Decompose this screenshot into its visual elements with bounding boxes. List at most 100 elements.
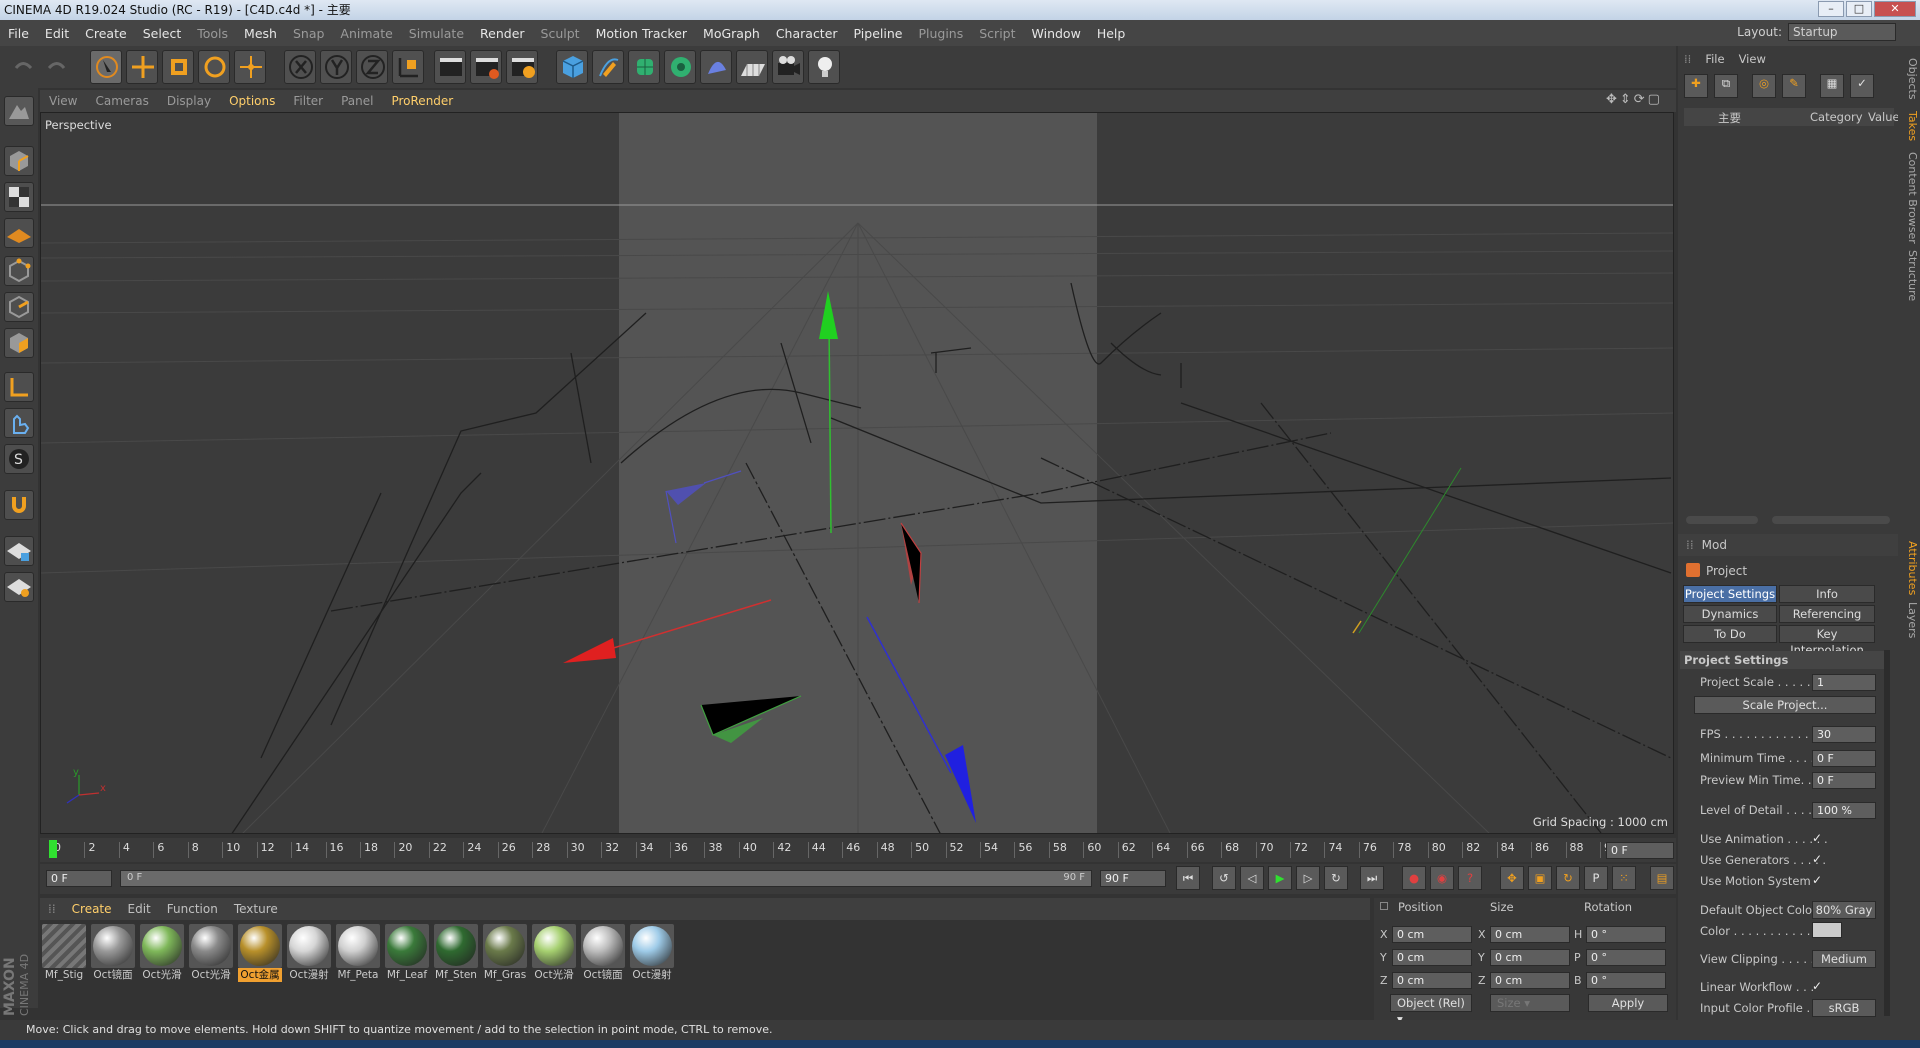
live-selection-button[interactable] — [90, 50, 122, 84]
coord-rotation-field[interactable]: 0 ° — [1586, 972, 1666, 989]
menu-pipeline[interactable]: Pipeline — [846, 26, 911, 41]
menu-mograph[interactable]: MoGraph — [695, 26, 768, 41]
material-swatch[interactable]: Mf_Gras — [483, 924, 527, 982]
vtab-attributes[interactable]: Attributes — [1899, 540, 1919, 596]
undo-button[interactable] — [6, 50, 38, 84]
material-swatch[interactable]: Oct漫射 — [287, 924, 331, 982]
subdivision-button[interactable] — [628, 50, 660, 84]
take-clone-button[interactable]: ⧉ — [1714, 74, 1738, 98]
take-render-button[interactable]: ▦ — [1820, 74, 1844, 98]
use-motion-checkbox[interactable]: ✓ — [1812, 874, 1824, 886]
planar-workplane-button[interactable] — [4, 572, 34, 602]
fps-field[interactable]: 30 — [1812, 726, 1876, 743]
menu-window[interactable]: Window — [1024, 26, 1089, 41]
viewport-menu-cameras[interactable]: Cameras — [86, 94, 157, 108]
points-mode-button[interactable] — [4, 256, 34, 286]
coord-rotation-field[interactable]: 0 ° — [1586, 949, 1666, 966]
menu-motion-tracker[interactable]: Motion Tracker — [588, 26, 695, 41]
menu-create[interactable]: Create — [77, 26, 135, 41]
autokey-button[interactable]: ◉ — [1430, 866, 1454, 890]
lod-field[interactable]: 100 % — [1812, 802, 1876, 819]
cube-button[interactable] — [556, 50, 588, 84]
camera-button[interactable] — [772, 50, 804, 84]
coord-position-field[interactable]: 0 cm — [1392, 926, 1472, 943]
floor-button[interactable] — [736, 50, 768, 84]
coord-position-field[interactable]: 0 cm — [1392, 972, 1472, 989]
apply-button[interactable]: Apply — [1588, 994, 1668, 1012]
material-swatch[interactable]: Oct光滑 — [140, 924, 184, 982]
default-color-dropdown[interactable]: 80% Gray — [1812, 901, 1876, 919]
record-keys-button[interactable]: ● — [1402, 866, 1426, 890]
coord-size-field[interactable]: 0 cm — [1490, 972, 1570, 989]
preview-min-field[interactable]: 0 F — [1812, 772, 1876, 789]
tab-to-do[interactable]: To Do — [1683, 625, 1777, 643]
attributes-mode-menu[interactable]: Mod — [1702, 538, 1727, 552]
material-swatch[interactable]: Mf_Sten — [434, 924, 478, 982]
material-swatch[interactable]: Oct漫射 — [630, 924, 674, 982]
key-pla-button[interactable]: ⁙ — [1612, 866, 1636, 890]
vtab-structure[interactable]: Structure — [1899, 250, 1919, 301]
menu-snap[interactable]: Snap — [285, 26, 332, 41]
om-menu-file[interactable]: File — [1705, 52, 1724, 66]
om-menu-view[interactable]: View — [1739, 52, 1766, 66]
transform-tool-button[interactable] — [234, 50, 266, 84]
material-menu-function[interactable]: Function — [159, 902, 226, 916]
rotate-tool-button[interactable] — [198, 50, 230, 84]
next-key-button[interactable]: ↻ — [1324, 866, 1348, 890]
close-button[interactable]: ✕ — [1874, 1, 1916, 17]
frame-range-slider[interactable]: 0 F 90 F — [120, 870, 1092, 887]
goto-start-button[interactable]: ⏮ — [1176, 866, 1200, 890]
size-mode-dropdown[interactable]: Size ▾ — [1490, 994, 1570, 1012]
x-axis-lock-button[interactable] — [284, 50, 316, 84]
axis-mode-button[interactable] — [4, 372, 34, 402]
material-swatch[interactable]: Oct镜面 — [581, 924, 625, 982]
timeline-ruler[interactable]: 0 2 4 6 8 10 12 14 16 18 20 22 24 26 28 30 32 34 36 38 40 42 4… — [40, 838, 1676, 862]
tab-project-settings[interactable]: Project Settings — [1683, 585, 1777, 603]
om-scrollbar-left[interactable] — [1686, 516, 1758, 524]
menu-help[interactable]: Help — [1089, 26, 1134, 41]
material-swatch[interactable]: Oct镜面 — [91, 924, 135, 982]
prev-key-button[interactable]: ↺ — [1212, 866, 1236, 890]
material-swatch[interactable]: Oct金属 — [238, 924, 282, 982]
project-scale-field[interactable]: 1 — [1812, 674, 1876, 691]
use-generators-checkbox[interactable]: ✓ — [1812, 853, 1824, 865]
category-column[interactable]: Category — [1810, 110, 1863, 124]
color-swatch[interactable] — [1812, 922, 1842, 938]
start-frame-field[interactable]: 0 F — [46, 870, 112, 887]
scale-project-button[interactable]: Scale Project... — [1694, 696, 1876, 714]
take-override-button[interactable]: ✎ — [1782, 74, 1806, 98]
goto-end-button[interactable]: ⏭ — [1360, 866, 1384, 890]
menu-edit[interactable]: Edit — [37, 26, 77, 41]
vtab-content-browser[interactable]: Content Browser — [1899, 150, 1919, 246]
z-axis-lock-button[interactable] — [356, 50, 388, 84]
lock-workplane-button[interactable] — [4, 536, 34, 566]
coord-mode-dropdown[interactable]: Object (Rel) ▾ — [1390, 994, 1472, 1026]
material-menu-create[interactable]: Create — [64, 902, 120, 916]
workplane-mode-button[interactable] — [4, 218, 34, 248]
take-add-button[interactable]: ✚ — [1684, 74, 1708, 98]
material-swatch[interactable]: Mf_Stig — [42, 924, 86, 982]
tab-key-interpolation[interactable]: Key Interpolation — [1779, 625, 1875, 657]
viewport-menu-prorender[interactable]: ProRender — [382, 94, 462, 108]
layout-dropdown[interactable]: Startup — [1788, 23, 1896, 41]
light-button[interactable] — [808, 50, 840, 84]
menu-mesh[interactable]: Mesh — [236, 26, 285, 41]
vtab-takes[interactable]: Takes — [1899, 108, 1919, 144]
magnet-button[interactable] — [4, 490, 34, 520]
input-profile-dropdown[interactable]: sRGB — [1812, 999, 1876, 1017]
coord-rotation-field[interactable]: 0 ° — [1586, 926, 1666, 943]
key-scale-button[interactable]: ▣ — [1528, 866, 1552, 890]
menu-select[interactable]: Select — [135, 26, 190, 41]
viewport-menu-options[interactable]: Options — [220, 94, 284, 108]
coord-position-field[interactable]: 0 cm — [1392, 949, 1472, 966]
move-tool-button[interactable] — [126, 50, 158, 84]
menu-script[interactable]: Script — [971, 26, 1023, 41]
tweak-mode-button[interactable] — [4, 408, 34, 438]
snap-button[interactable]: S — [4, 444, 34, 474]
deformer-button[interactable] — [700, 50, 732, 84]
material-swatch[interactable]: Oct光滑 — [532, 924, 576, 982]
cloner-button[interactable] — [664, 50, 696, 84]
play-button[interactable]: ▶ — [1268, 866, 1292, 890]
take-auto-button[interactable]: ◎ — [1752, 74, 1776, 98]
redo-button[interactable] — [40, 50, 72, 84]
